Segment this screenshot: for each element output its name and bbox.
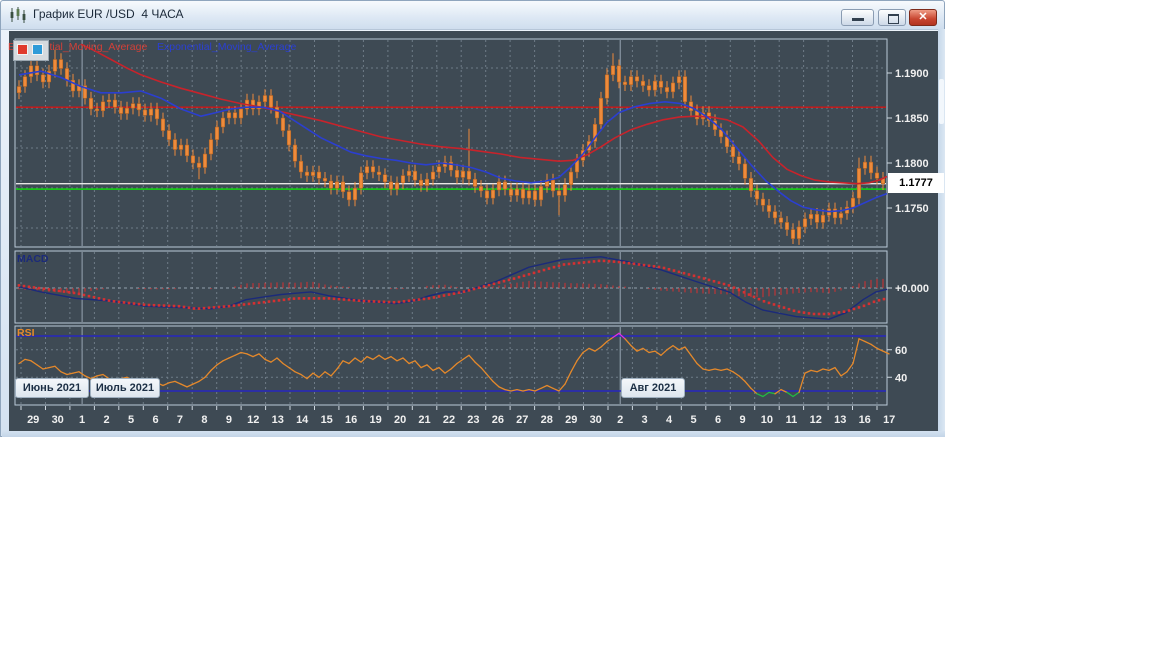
svg-text:16: 16	[859, 414, 871, 426]
svg-text:14: 14	[296, 414, 309, 426]
ema-blue-swatch-button[interactable]	[32, 44, 43, 55]
macd-pane-label: MACD	[17, 253, 49, 265]
svg-text:7: 7	[177, 414, 183, 426]
rsi-pane-label: RSI	[17, 327, 35, 339]
window-titlebar[interactable]: График EUR /USD 4 ЧАСА ✕	[1, 1, 944, 30]
svg-text:29: 29	[565, 414, 577, 426]
chart-window: График EUR /USD 4 ЧАСА ✕ 1.1900 1.1850 1.1…	[0, 0, 945, 437]
svg-text:26: 26	[492, 414, 504, 426]
close-button[interactable]: ✕	[909, 9, 937, 26]
svg-text:10: 10	[761, 414, 773, 426]
svg-text:13: 13	[272, 414, 284, 426]
svg-text:8: 8	[201, 414, 207, 426]
month-label-august: Авг 2021	[621, 378, 685, 398]
svg-text:22: 22	[443, 414, 455, 426]
svg-text:6: 6	[715, 414, 721, 426]
month-label-june: Июнь 2021	[15, 378, 89, 398]
maximize-icon	[888, 14, 899, 24]
window-bottom-border	[2, 431, 945, 437]
ema-red-swatch-button[interactable]	[17, 44, 28, 55]
svg-text:5: 5	[128, 414, 134, 426]
svg-text:6: 6	[152, 414, 158, 426]
candlestick-chart-icon	[10, 7, 26, 23]
month-label-july: Июль 2021	[90, 378, 160, 398]
svg-text:2: 2	[104, 414, 110, 426]
svg-text:1.1800: 1.1800	[895, 158, 929, 170]
chart-client-area: 1.1900 1.1850 1.1800 1.1750 +0.000 60 40 29 30 1 2…	[8, 31, 944, 432]
svg-text:30: 30	[590, 414, 602, 426]
svg-text:21: 21	[418, 414, 430, 426]
svg-text:5: 5	[690, 414, 696, 426]
svg-text:1.1850: 1.1850	[895, 113, 929, 125]
svg-text:20: 20	[394, 414, 406, 426]
svg-text:1.1900: 1.1900	[895, 68, 929, 80]
svg-text:60: 60	[895, 345, 907, 357]
svg-text:12: 12	[810, 414, 822, 426]
svg-text:40: 40	[895, 372, 907, 384]
svg-text:29: 29	[27, 414, 39, 426]
svg-text:2: 2	[617, 414, 623, 426]
current-price-badge: 1.1777	[888, 173, 944, 193]
svg-text:13: 13	[834, 414, 846, 426]
svg-text:28: 28	[541, 414, 553, 426]
svg-text:1.1750: 1.1750	[895, 203, 929, 215]
chart-canvas[interactable]: 1.19001.18501.18001.1750+0.000604029 30 1 2…	[9, 31, 938, 432]
svg-text:9: 9	[739, 414, 745, 426]
svg-text:30: 30	[52, 414, 64, 426]
vertical-scrollbar[interactable]	[938, 29, 945, 432]
svg-text:11: 11	[786, 414, 798, 426]
svg-text:4: 4	[666, 414, 673, 426]
minimize-icon	[852, 18, 864, 21]
indicator-swatch-panel	[13, 40, 49, 61]
svg-text:23: 23	[467, 414, 479, 426]
minimize-button[interactable]	[841, 9, 874, 26]
window-title: График EUR /USD 4 ЧАСА	[33, 7, 184, 21]
svg-text:1: 1	[79, 414, 85, 426]
svg-text:9: 9	[226, 414, 232, 426]
svg-text:+0.000: +0.000	[895, 283, 929, 295]
svg-text:19: 19	[369, 414, 381, 426]
svg-text:12: 12	[247, 414, 259, 426]
legend-ema-blue: Exponential_Moving_Average	[157, 41, 297, 53]
desktop-background: График EUR /USD 4 ЧАСА ✕ 1.1900 1.1850 1.1…	[0, 0, 1152, 648]
svg-text:3: 3	[642, 414, 648, 426]
close-icon: ✕	[918, 11, 928, 23]
svg-text:15: 15	[321, 414, 333, 426]
svg-text:27: 27	[516, 414, 528, 426]
scrollbar-thumb[interactable]	[939, 79, 944, 124]
svg-text:16: 16	[345, 414, 357, 426]
svg-text:17: 17	[883, 414, 895, 426]
maximize-button[interactable]	[878, 9, 906, 26]
